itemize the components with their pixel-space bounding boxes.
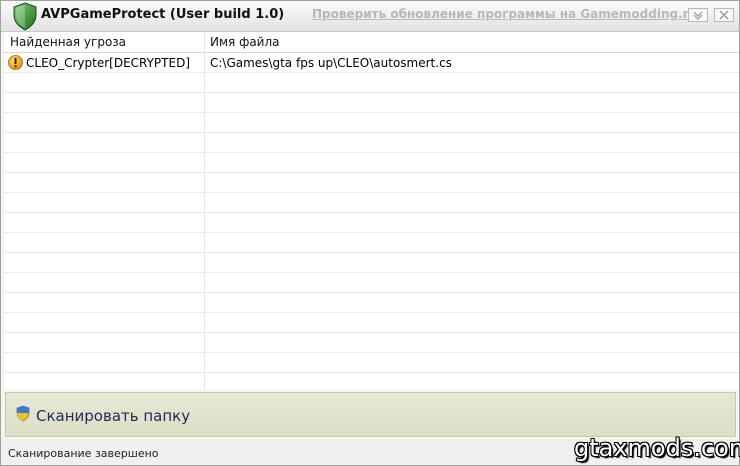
warning-icon bbox=[8, 55, 23, 70]
table-row-empty bbox=[4, 233, 739, 253]
table-row-empty bbox=[4, 133, 739, 153]
table-row-empty bbox=[4, 293, 739, 313]
window-title: AVPGameProtect (User build 1.0) bbox=[41, 7, 285, 22]
table-row-empty bbox=[4, 273, 739, 293]
column-header-threat[interactable]: Найденная угроза bbox=[10, 35, 126, 49]
close-icon bbox=[719, 10, 729, 20]
app-window: AVPGameProtect (User build 1.0) Проверит… bbox=[0, 0, 740, 466]
table-row-empty bbox=[4, 353, 739, 373]
threats-table[interactable]: Найденная угроза Имя файла CLEO_Crypter[… bbox=[4, 32, 739, 390]
watermark: gtaxmods.com bbox=[574, 434, 740, 462]
table-row-empty bbox=[4, 113, 739, 133]
scan-panel: Сканировать папку bbox=[5, 392, 736, 437]
file-path: C:\Games\gta fps up\CLEO\autosmert.cs bbox=[210, 56, 452, 70]
table-row-empty bbox=[4, 193, 739, 213]
uac-shield-icon bbox=[16, 405, 30, 422]
table-row-empty bbox=[4, 313, 739, 333]
status-text: Сканирование завершено bbox=[8, 447, 159, 460]
table-row-empty bbox=[4, 73, 739, 93]
table-row-empty bbox=[4, 333, 739, 353]
table-row-empty bbox=[4, 213, 739, 233]
close-button[interactable] bbox=[714, 8, 734, 22]
table-row-empty bbox=[4, 253, 739, 273]
minimize-button[interactable] bbox=[688, 8, 708, 22]
table-body: CLEO_Crypter[DECRYPTED] C:\Games\gta fps… bbox=[4, 53, 739, 390]
table-row-empty bbox=[4, 153, 739, 173]
scan-folder-label: Сканировать папку bbox=[36, 407, 191, 425]
table-row[interactable]: CLEO_Crypter[DECRYPTED] C:\Games\gta fps… bbox=[4, 53, 739, 73]
check-update-link[interactable]: Проверить обновление программы на Gamemo… bbox=[312, 7, 705, 21]
table-row-empty bbox=[4, 93, 739, 113]
shield-logo-icon bbox=[13, 2, 37, 31]
title-bar: AVPGameProtect (User build 1.0) Проверит… bbox=[1, 1, 739, 32]
table-header: Найденная угроза Имя файла bbox=[4, 32, 739, 53]
table-row-empty bbox=[4, 373, 739, 390]
chevron-down-icon bbox=[693, 11, 703, 20]
threat-name: CLEO_Crypter[DECRYPTED] bbox=[26, 56, 190, 70]
column-header-filename[interactable]: Имя файла bbox=[210, 35, 280, 49]
table-row-empty bbox=[4, 173, 739, 193]
